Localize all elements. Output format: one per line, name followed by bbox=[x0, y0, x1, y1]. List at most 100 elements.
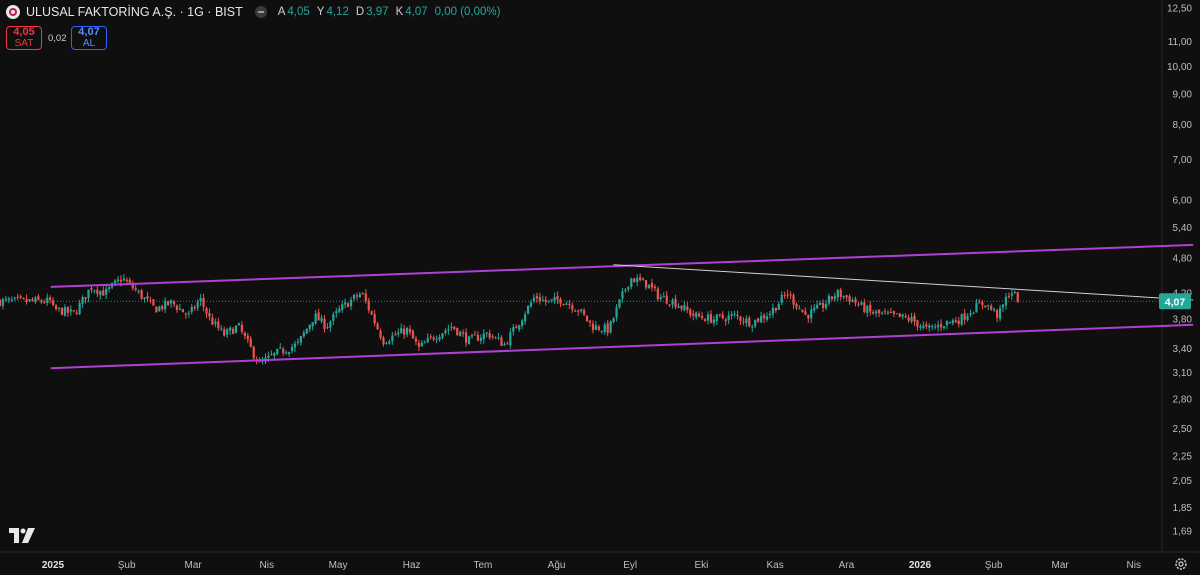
candle-body bbox=[408, 328, 412, 333]
candle-body bbox=[695, 312, 698, 318]
candle-body bbox=[529, 302, 533, 307]
candle-body bbox=[662, 296, 665, 298]
candle-body bbox=[765, 316, 769, 320]
candle-body bbox=[869, 304, 872, 312]
candle-body bbox=[754, 319, 757, 327]
candle-body bbox=[217, 321, 220, 329]
candle-body bbox=[757, 318, 760, 322]
candle-body bbox=[650, 283, 654, 288]
candle-body bbox=[240, 324, 243, 332]
ohlc-values: A 4,05 Y 4,12 D 3,97 K 4,07 0,00 (0,00%) bbox=[273, 6, 501, 18]
close-label: K bbox=[395, 6, 404, 18]
candle-body bbox=[692, 313, 695, 316]
candle-body bbox=[591, 323, 595, 331]
candle-body bbox=[211, 317, 214, 325]
candle-body bbox=[509, 332, 512, 346]
settings-gear-icon[interactable] bbox=[1174, 557, 1188, 571]
candle-body bbox=[187, 312, 190, 314]
candle-body bbox=[341, 304, 344, 310]
x-tick-label: Ara bbox=[839, 560, 855, 571]
candle-body bbox=[680, 305, 683, 309]
x-tick-label: Nis bbox=[1127, 560, 1141, 571]
candle-body bbox=[1, 299, 5, 306]
y-tick-label: 6,00 bbox=[1173, 195, 1193, 206]
buy-button[interactable]: 4,07 AL bbox=[71, 26, 107, 50]
candle-body bbox=[90, 288, 93, 290]
candle-body bbox=[28, 299, 31, 301]
high-value: 4,12 bbox=[326, 6, 349, 18]
change-value: 0,00 (0,00%) bbox=[434, 6, 501, 18]
candle-body bbox=[376, 323, 379, 330]
candle-body bbox=[883, 311, 887, 313]
candle-body bbox=[996, 310, 999, 318]
open-value: 4,05 bbox=[287, 6, 310, 18]
x-tick-label: Mar bbox=[185, 560, 203, 571]
candle-body bbox=[323, 318, 326, 330]
candle-body bbox=[568, 303, 571, 306]
candle-body bbox=[352, 294, 356, 299]
candle-body bbox=[146, 296, 149, 299]
candle-body bbox=[689, 309, 692, 316]
buy-label: AL bbox=[82, 38, 96, 49]
candle-body bbox=[615, 307, 618, 318]
candle-body bbox=[367, 300, 370, 311]
candle-body bbox=[789, 294, 792, 296]
candle-body bbox=[612, 318, 615, 322]
x-tick-label: Ağu bbox=[548, 560, 566, 571]
candle-body bbox=[963, 313, 966, 320]
y-tick-label: 5,40 bbox=[1173, 223, 1193, 234]
candle-body bbox=[798, 308, 801, 310]
candle-body bbox=[426, 337, 429, 342]
candle-body bbox=[603, 324, 606, 333]
candle-body bbox=[833, 296, 836, 300]
candle-body bbox=[644, 280, 648, 288]
candle-body bbox=[285, 352, 288, 354]
candle-body bbox=[462, 332, 465, 334]
candle-body bbox=[108, 287, 111, 289]
sell-button[interactable]: 4,05 SAT bbox=[6, 26, 42, 50]
candle-body bbox=[441, 333, 444, 338]
candle-body bbox=[521, 320, 524, 327]
candle-body bbox=[538, 296, 541, 302]
candle-body bbox=[429, 336, 432, 338]
candle-body bbox=[901, 314, 904, 317]
candle-body bbox=[229, 327, 232, 331]
candle-body bbox=[296, 341, 300, 343]
candle-body bbox=[4, 298, 7, 300]
candle-body bbox=[771, 307, 774, 315]
candle-body bbox=[698, 313, 701, 317]
candle-body bbox=[668, 304, 671, 306]
hide-series-icon[interactable] bbox=[254, 6, 267, 18]
candle-body bbox=[119, 279, 123, 282]
candle-body bbox=[414, 338, 418, 342]
candle-body bbox=[960, 314, 963, 325]
candle-body bbox=[1010, 293, 1013, 296]
candle-body bbox=[512, 327, 515, 332]
candle-body bbox=[526, 305, 530, 314]
candle-body bbox=[178, 308, 182, 310]
candle-body bbox=[721, 314, 724, 319]
candle-body bbox=[857, 304, 860, 306]
y-tick-label: 3,10 bbox=[1173, 368, 1193, 379]
candle-body bbox=[978, 302, 981, 304]
candle-body bbox=[373, 314, 376, 324]
candle-body bbox=[84, 297, 87, 300]
candle-body bbox=[299, 336, 302, 343]
candle-body bbox=[886, 312, 890, 314]
candle-body bbox=[417, 343, 420, 347]
candle-body bbox=[270, 354, 273, 356]
candle-body bbox=[208, 312, 211, 317]
candle-body bbox=[391, 335, 394, 342]
y-tick-label: 12,50 bbox=[1167, 4, 1192, 15]
candle-body bbox=[724, 319, 727, 322]
candle-body bbox=[524, 314, 527, 322]
high-label: Y bbox=[316, 6, 325, 18]
price-chart[interactable]: 12,50 11,00 10,00 9,00 8,00 7,00 6,00 5,40 4,80 4… bbox=[0, 0, 1200, 575]
candle-body bbox=[1007, 296, 1010, 298]
x-tick-label: 2026 bbox=[909, 560, 932, 571]
candle-body bbox=[347, 303, 350, 308]
candle-body bbox=[63, 307, 66, 316]
tradingview-logo-icon[interactable] bbox=[9, 528, 35, 543]
candle-body bbox=[792, 295, 795, 305]
symbol-title[interactable]: ULUSAL FAKTORİNG A.Ş. · 1G · BIST bbox=[26, 5, 243, 19]
